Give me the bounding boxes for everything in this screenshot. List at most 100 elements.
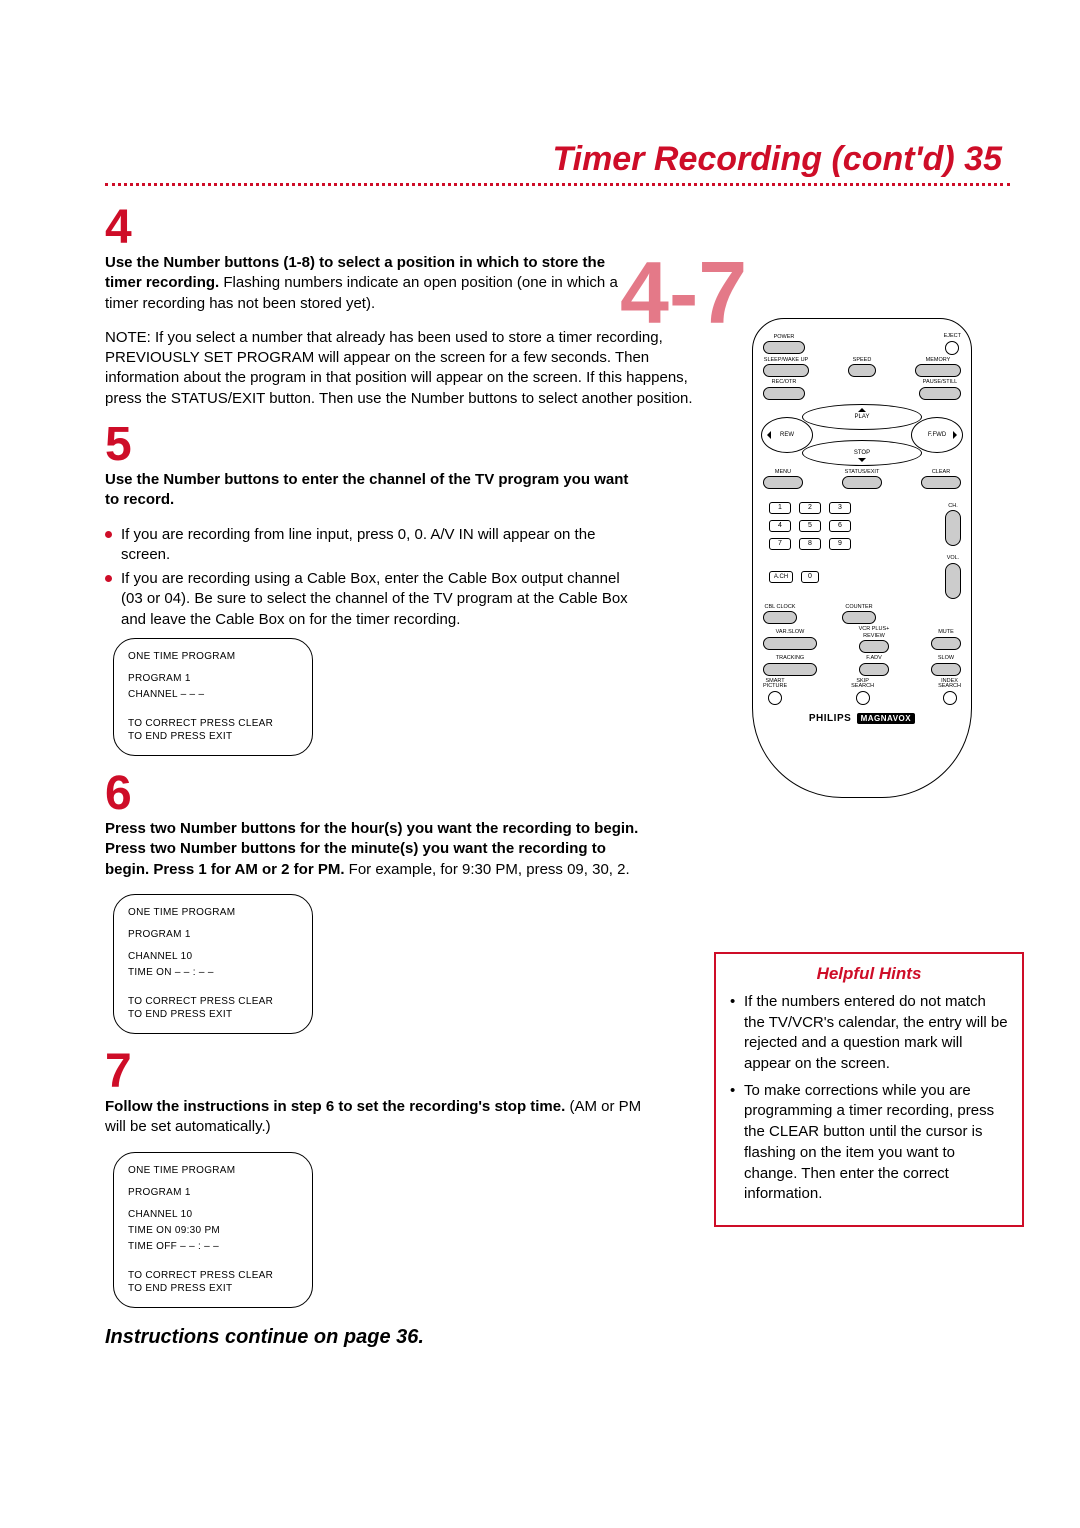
osd1-title: ONE TIME PROGRAM [128,649,298,665]
stop-label: STOP [854,450,870,456]
step5-bullets: If you are recording from line input, pr… [105,525,645,630]
lbl-eject: EJECT [944,334,961,340]
number-pad: 1 2 3 4 5 6 7 8 9 [769,502,863,550]
speed-button [848,364,876,377]
num-9: 9 [829,538,851,550]
page-title: Timer Recording (cont'd) 35 [105,140,1010,179]
dotted-rule [105,183,1010,186]
step4-number: 4 [105,206,645,249]
lbl-mute: MUTE [938,630,954,636]
step5-number: 5 [105,423,645,466]
ffwd-label: F.FWD [928,432,946,438]
lbl-vol: VOL. [947,556,960,562]
osd2-footer1: TO CORRECT PRESS CLEAR [128,995,298,1008]
osd3-timeoff: TIME OFF – – : – – [128,1239,298,1255]
step6-rest: For example, for 9:30 PM, press 09, 30, … [345,861,630,878]
brand-magnavox: MAGNAVOX [857,713,916,724]
num-2: 2 [799,502,821,514]
menu-button [763,476,803,489]
osd3-title: ONE TIME PROGRAM [128,1163,298,1179]
play-button: PLAY [802,404,922,430]
power-button [763,341,805,354]
lbl-slow: SLOW [938,656,954,662]
lbl-varslow: VAR.SLOW [776,630,805,636]
lbl-skip: SKIP SEARCH [851,679,874,690]
sleep-button [763,364,809,377]
tracking-button [763,663,817,676]
osd2-program: PROGRAM 1 [128,927,298,943]
skip-button [856,691,870,705]
lbl-vcrplus: VCR PLUS+ [859,627,890,633]
ach-button: A.CH [769,571,793,583]
ch-rocker [945,510,961,546]
step5-bold: Use the Number buttons to enter the chan… [105,470,645,511]
status-button [842,476,882,489]
osd2-footer2: TO END PRESS EXIT [128,1008,298,1021]
memory-button [915,364,961,377]
num-7: 7 [769,538,791,550]
step5-bold-inner: Use the Number buttons to enter the chan… [105,471,628,508]
smart-button [768,691,782,705]
rew-button: REW [761,417,813,453]
lbl-counter: COUNTER [845,605,872,611]
step4-text: Use the Number buttons (1-8) to select a… [105,253,645,314]
step5-bullet-1: If you are recording from line input, pr… [105,525,645,566]
lbl-recotr: REC/OTR [772,380,797,386]
osd3-program: PROGRAM 1 [128,1185,298,1201]
rec-button [763,387,805,400]
remote-illustration: POWER EJECT SLEEP/WAKE UP SPEED MEMORY R… [752,318,972,798]
continue-text: Instructions continue on page 36. [105,1326,645,1349]
stop-button: STOP [802,440,922,466]
osd3-timeon: TIME ON 09:30 PM [128,1223,298,1239]
num-3: 3 [829,502,851,514]
osd1-footer2: TO END PRESS EXIT [128,730,298,743]
hint-1: If the numbers entered do not match the … [730,992,1008,1075]
helpful-hints-box: Helpful Hints If the numbers entered do … [714,952,1024,1227]
ffwd-button: F.FWD [911,417,963,453]
lbl-smart: SMART PICTURE [763,679,787,690]
clear-button [921,476,961,489]
num-8: 8 [799,538,821,550]
osd3-footer2: TO END PRESS EXIT [128,1282,298,1295]
play-label: PLAY [855,414,870,420]
osd1-footer1: TO CORRECT PRESS CLEAR [128,717,298,730]
lbl-index: INDEX SEARCH [938,679,961,690]
num-5: 5 [799,520,821,532]
lbl-status: STATUS/EXIT [845,470,880,476]
counter-button [842,611,876,624]
review-button [859,640,889,653]
num-0: 0 [801,571,819,583]
slow-button [931,663,961,676]
lbl-review: REVIEW [863,634,885,640]
osd3-channel: CHANNEL 10 [128,1207,298,1223]
lbl-sleep: SLEEP/WAKE UP [764,358,808,364]
osd3-footer1: TO CORRECT PRESS CLEAR [128,1269,298,1282]
step4-note: NOTE: If you select a number that alread… [105,328,705,409]
lbl-speed: SPEED [853,358,872,364]
brand-row: PHILIPS MAGNAVOX [763,713,961,724]
lbl-clear: CLEAR [932,470,950,476]
cblclock-button [763,611,797,624]
num-1: 1 [769,502,791,514]
hints-title: Helpful Hints [730,964,1008,984]
step-range-highlight: 4-7 [620,242,747,344]
step6-text: Press two Number buttons for the hour(s)… [105,819,645,880]
osd-box-3: ONE TIME PROGRAM PROGRAM 1 CHANNEL 10 TI… [113,1152,313,1308]
lbl-memory: MEMORY [926,358,951,364]
mute-button [931,637,961,650]
eject-button [945,341,959,355]
pause-button [919,387,961,400]
osd1-program: PROGRAM 1 [128,671,298,687]
fadv-button [859,663,889,676]
lbl-fadv: F.ADV [866,656,882,662]
step7-text: Follow the instructions in step 6 to set… [105,1097,645,1138]
step6-number: 6 [105,772,645,815]
hint-2: To make corrections while you are progra… [730,1081,1008,1205]
lbl-tracking: TRACKING [776,656,804,662]
lbl-cblclock: CBL CLOCK [765,605,796,611]
index-button [943,691,957,705]
osd1-channel: CHANNEL – – – [128,687,298,703]
varslow-button [763,637,817,650]
vol-rocker [945,563,961,599]
lbl-ch: CH. [948,504,957,510]
